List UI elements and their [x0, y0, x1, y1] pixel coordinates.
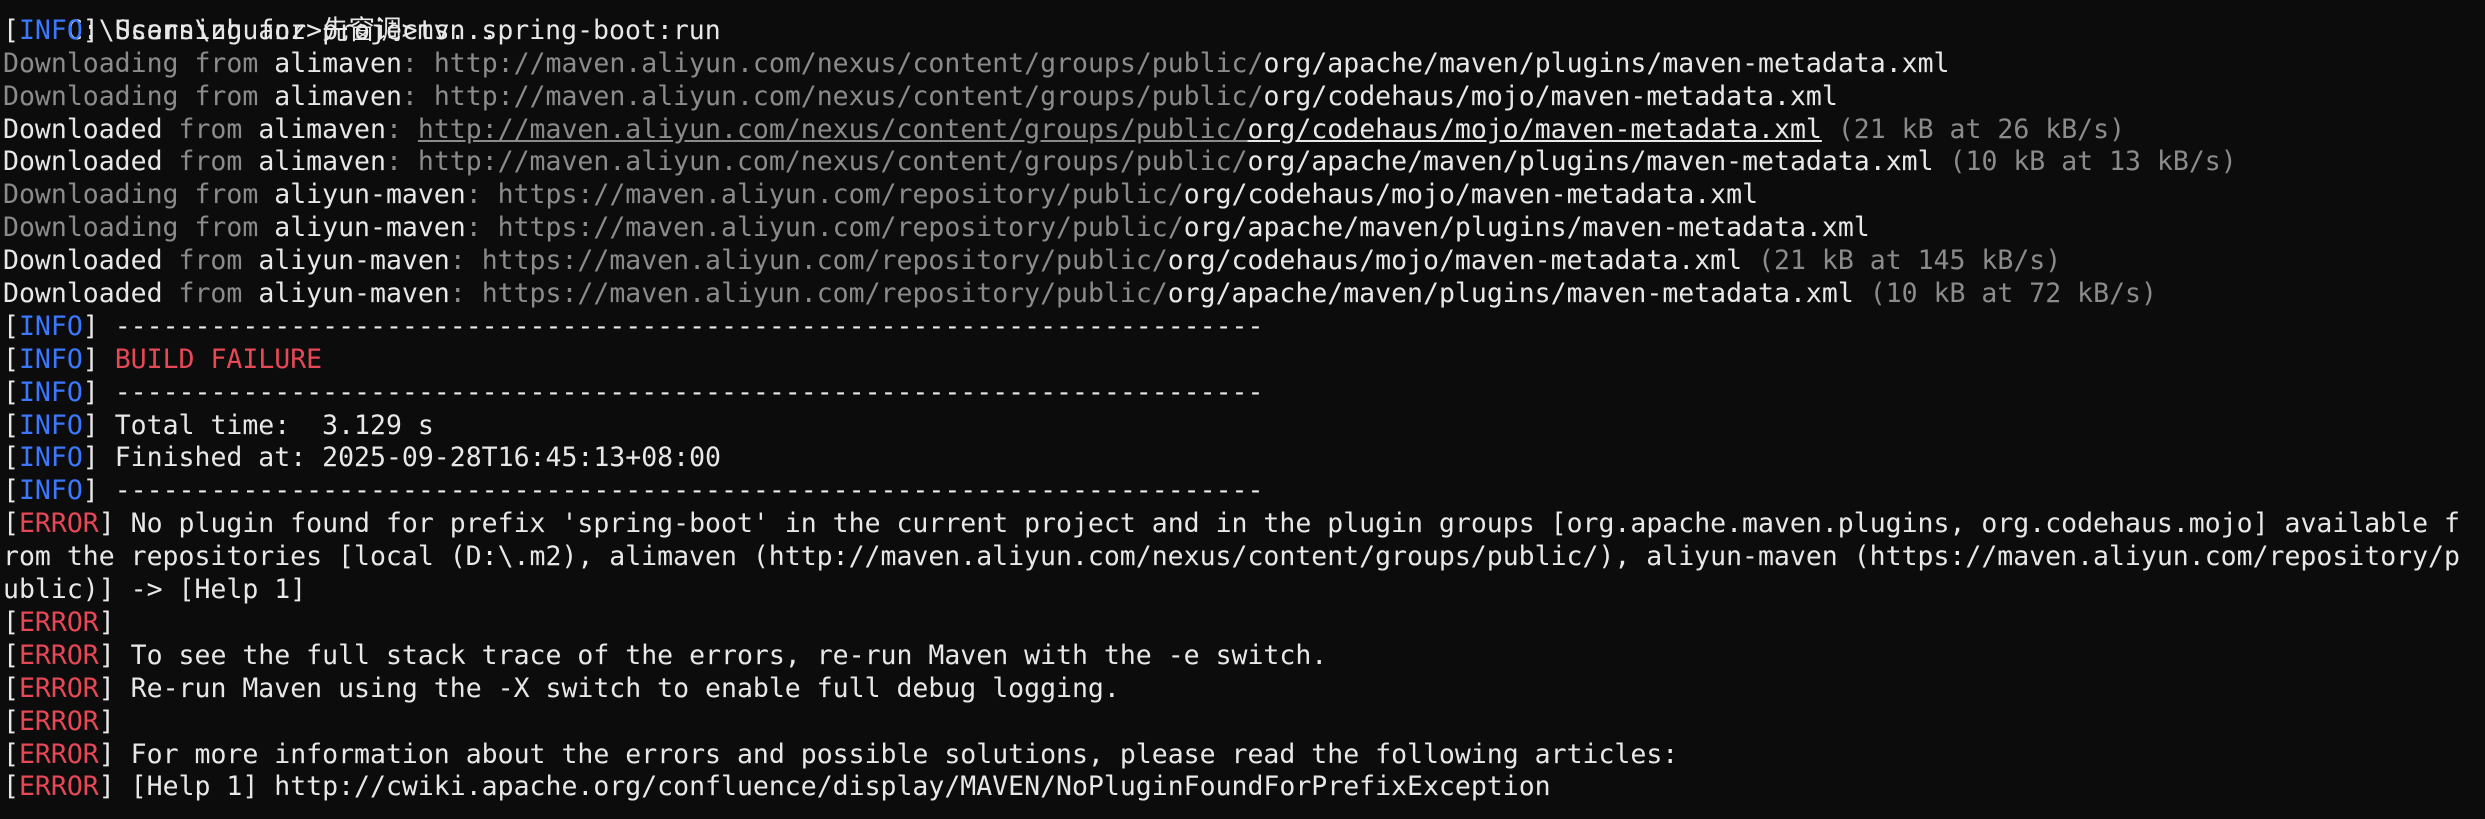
help-link-text[interactable]: [Help 1] http://cwiki.apache.org/conflue… — [115, 771, 1551, 802]
download-line: Downloaded from alimaven: http://maven.a… — [3, 146, 2237, 178]
download-from: from — [178, 245, 243, 277]
download-path: org/apache/maven/plugins/maven-metadata.… — [1183, 212, 1870, 244]
info-tag: INFO — [18, 475, 83, 507]
download-repo: alimaven — [274, 47, 402, 79]
download-verb: Downloading — [3, 179, 179, 211]
download-line: Downloaded from aliyun-maven: https://ma… — [3, 245, 2062, 277]
download-from: from — [194, 179, 259, 211]
log-line-build-failure: [INFO] BUILD FAILURE — [3, 343, 323, 375]
download-repo: aliyun-maven — [274, 212, 466, 244]
error-tag: ERROR — [18, 771, 99, 803]
download-from: from — [178, 146, 243, 178]
download-size: (10 kB at 13 kB/s) — [1949, 146, 2237, 178]
log-line-separator: [INFO] ---------------------------------… — [3, 376, 1264, 408]
no-plugin-error-text: No plugin found for prefix 'spring-boot'… — [3, 508, 2461, 606]
download-from: from — [178, 113, 243, 145]
download-from: from — [194, 212, 259, 244]
download-size: (21 kB at 145 kB/s) — [1758, 245, 2062, 277]
download-base-url: https://maven.aliyun.com/repository/publ… — [481, 245, 1168, 277]
info-tag: INFO — [18, 409, 83, 441]
log-line-error-empty: [ERROR] — [3, 606, 115, 638]
log-line-more-info: [ERROR] For more information about the e… — [3, 738, 1679, 770]
download-repo: alimaven — [258, 146, 386, 178]
download-line: Downloading from alimaven: http://maven.… — [3, 47, 1950, 79]
download-line: Downloading from aliyun-maven: https://m… — [3, 179, 1759, 211]
download-from: from — [194, 80, 259, 112]
error-tag: ERROR — [18, 705, 99, 737]
download-verb: Downloaded — [3, 146, 163, 178]
total-time-text: Total time: 3.129 s — [114, 409, 434, 441]
info-tag: INFO — [18, 14, 83, 46]
log-line-total-time: [INFO] Total time: 3.129 s — [3, 409, 434, 441]
stack-trace-text: To see the full stack trace of the error… — [114, 639, 1328, 671]
download-path: org/codehaus/mojo/maven-metadata.xml — [1183, 179, 1759, 211]
log-line-scanning: [INFO] Scanning for projects... — [3, 15, 2485, 48]
download-repo: aliyun-maven — [258, 278, 450, 310]
log-line-debug: [ERROR] Re-run Maven using the -X switch… — [3, 672, 1120, 704]
download-base-url: http://maven.aliyun.com/nexus/content/gr… — [433, 80, 1264, 112]
download-line: Downloading from alimaven: http://maven.… — [3, 80, 1838, 112]
download-from: from — [178, 278, 243, 310]
download-base-url-link[interactable]: http://maven.aliyun.com/nexus/content/gr… — [418, 114, 1248, 145]
download-line: Downloading from aliyun-maven: https://m… — [3, 212, 1870, 244]
tag-bracket-open: [ — [3, 14, 19, 46]
build-failure-text: BUILD FAILURE — [114, 343, 323, 375]
scanning-text: Scanning for projects... — [114, 14, 498, 46]
error-tag: ERROR — [18, 672, 99, 704]
log-line-error-empty: [ERROR] — [3, 705, 115, 737]
download-size: (10 kB at 72 kB/s) — [1869, 278, 2157, 310]
download-repo: aliyun-maven — [274, 179, 466, 211]
download-from: from — [194, 47, 259, 79]
download-verb: Downloaded — [3, 113, 163, 145]
log-line-finished-at: [INFO] Finished at: 2025-09-28T16:45:13+… — [3, 442, 721, 474]
download-base-url: http://maven.aliyun.com/nexus/content/gr… — [417, 146, 1248, 178]
log-line-no-plugin-error: [ERROR] No plugin found for prefix 'spri… — [3, 508, 2461, 606]
download-path: org/codehaus/mojo/maven-metadata.xml — [1167, 245, 1743, 277]
debug-text: Re-run Maven using the -X switch to enab… — [114, 672, 1120, 704]
log-line-stack-trace: [ERROR] To see the full stack trace of t… — [3, 639, 1328, 671]
tag-bracket-close: ] — [82, 14, 115, 46]
download-verb: Downloading — [3, 80, 179, 112]
download-verb: Downloading — [3, 47, 179, 79]
download-verb: Downloaded — [3, 245, 163, 277]
info-tag: INFO — [18, 343, 83, 375]
error-tag: ERROR — [18, 508, 99, 540]
download-base-url: https://maven.aliyun.com/repository/publ… — [497, 179, 1184, 211]
download-repo: aliyun-maven — [258, 245, 450, 277]
download-size: (21 kB at 26 kB/s) — [1837, 113, 2126, 145]
separator: ----------------------------------------… — [114, 310, 1264, 342]
terminal-window[interactable]: C:\Users\zhuanz>先窗调>mvn spring-boot:run … — [0, 0, 2485, 819]
download-verb: Downloaded — [3, 278, 163, 310]
info-tag: INFO — [18, 376, 83, 408]
info-tag: INFO — [18, 310, 83, 342]
download-base-url: https://maven.aliyun.com/repository/publ… — [481, 278, 1168, 310]
download-repo: alimaven — [274, 80, 402, 112]
finished-at-text: Finished at: 2025-09-28T16:45:13+08:00 — [114, 442, 721, 474]
separator: ----------------------------------------… — [114, 475, 1264, 507]
download-path: org/codehaus/mojo/maven-metadata.xml — [1263, 80, 1838, 112]
download-path: org/apache/maven/plugins/maven-metadata.… — [1167, 278, 1854, 310]
download-repo: alimaven — [258, 113, 386, 145]
log-line-help-link: [ERROR] [Help 1] http://cwiki.apache.org… — [3, 771, 1551, 803]
separator: ----------------------------------------… — [114, 376, 1264, 408]
error-tag: ERROR — [18, 639, 99, 671]
download-path: org/apache/maven/plugins/maven-metadata.… — [1247, 146, 1934, 178]
download-path-link[interactable]: org/codehaus/mojo/maven-metadata.xml — [1248, 114, 1822, 145]
log-line-separator: [INFO] ---------------------------------… — [3, 310, 1264, 342]
error-tag: ERROR — [18, 606, 99, 638]
download-line: Downloaded from aliyun-maven: https://ma… — [3, 278, 2157, 310]
download-line: Downloaded from alimaven: http://maven.a… — [3, 113, 2126, 145]
download-path: org/apache/maven/plugins/maven-metadata.… — [1263, 47, 1950, 79]
download-base-url: http://maven.aliyun.com/nexus/content/gr… — [433, 47, 1264, 79]
log-line-separator: [INFO] ---------------------------------… — [3, 475, 1264, 507]
download-verb: Downloading — [3, 212, 179, 244]
more-info-text: For more information about the errors an… — [114, 738, 1679, 770]
download-base-url: https://maven.aliyun.com/repository/publ… — [497, 212, 1184, 244]
prompt-line: C:\Users\zhuanz>先窗调>mvn spring-boot:run — [3, 0, 2485, 46]
error-tag: ERROR — [18, 738, 99, 770]
info-tag: INFO — [18, 442, 83, 474]
